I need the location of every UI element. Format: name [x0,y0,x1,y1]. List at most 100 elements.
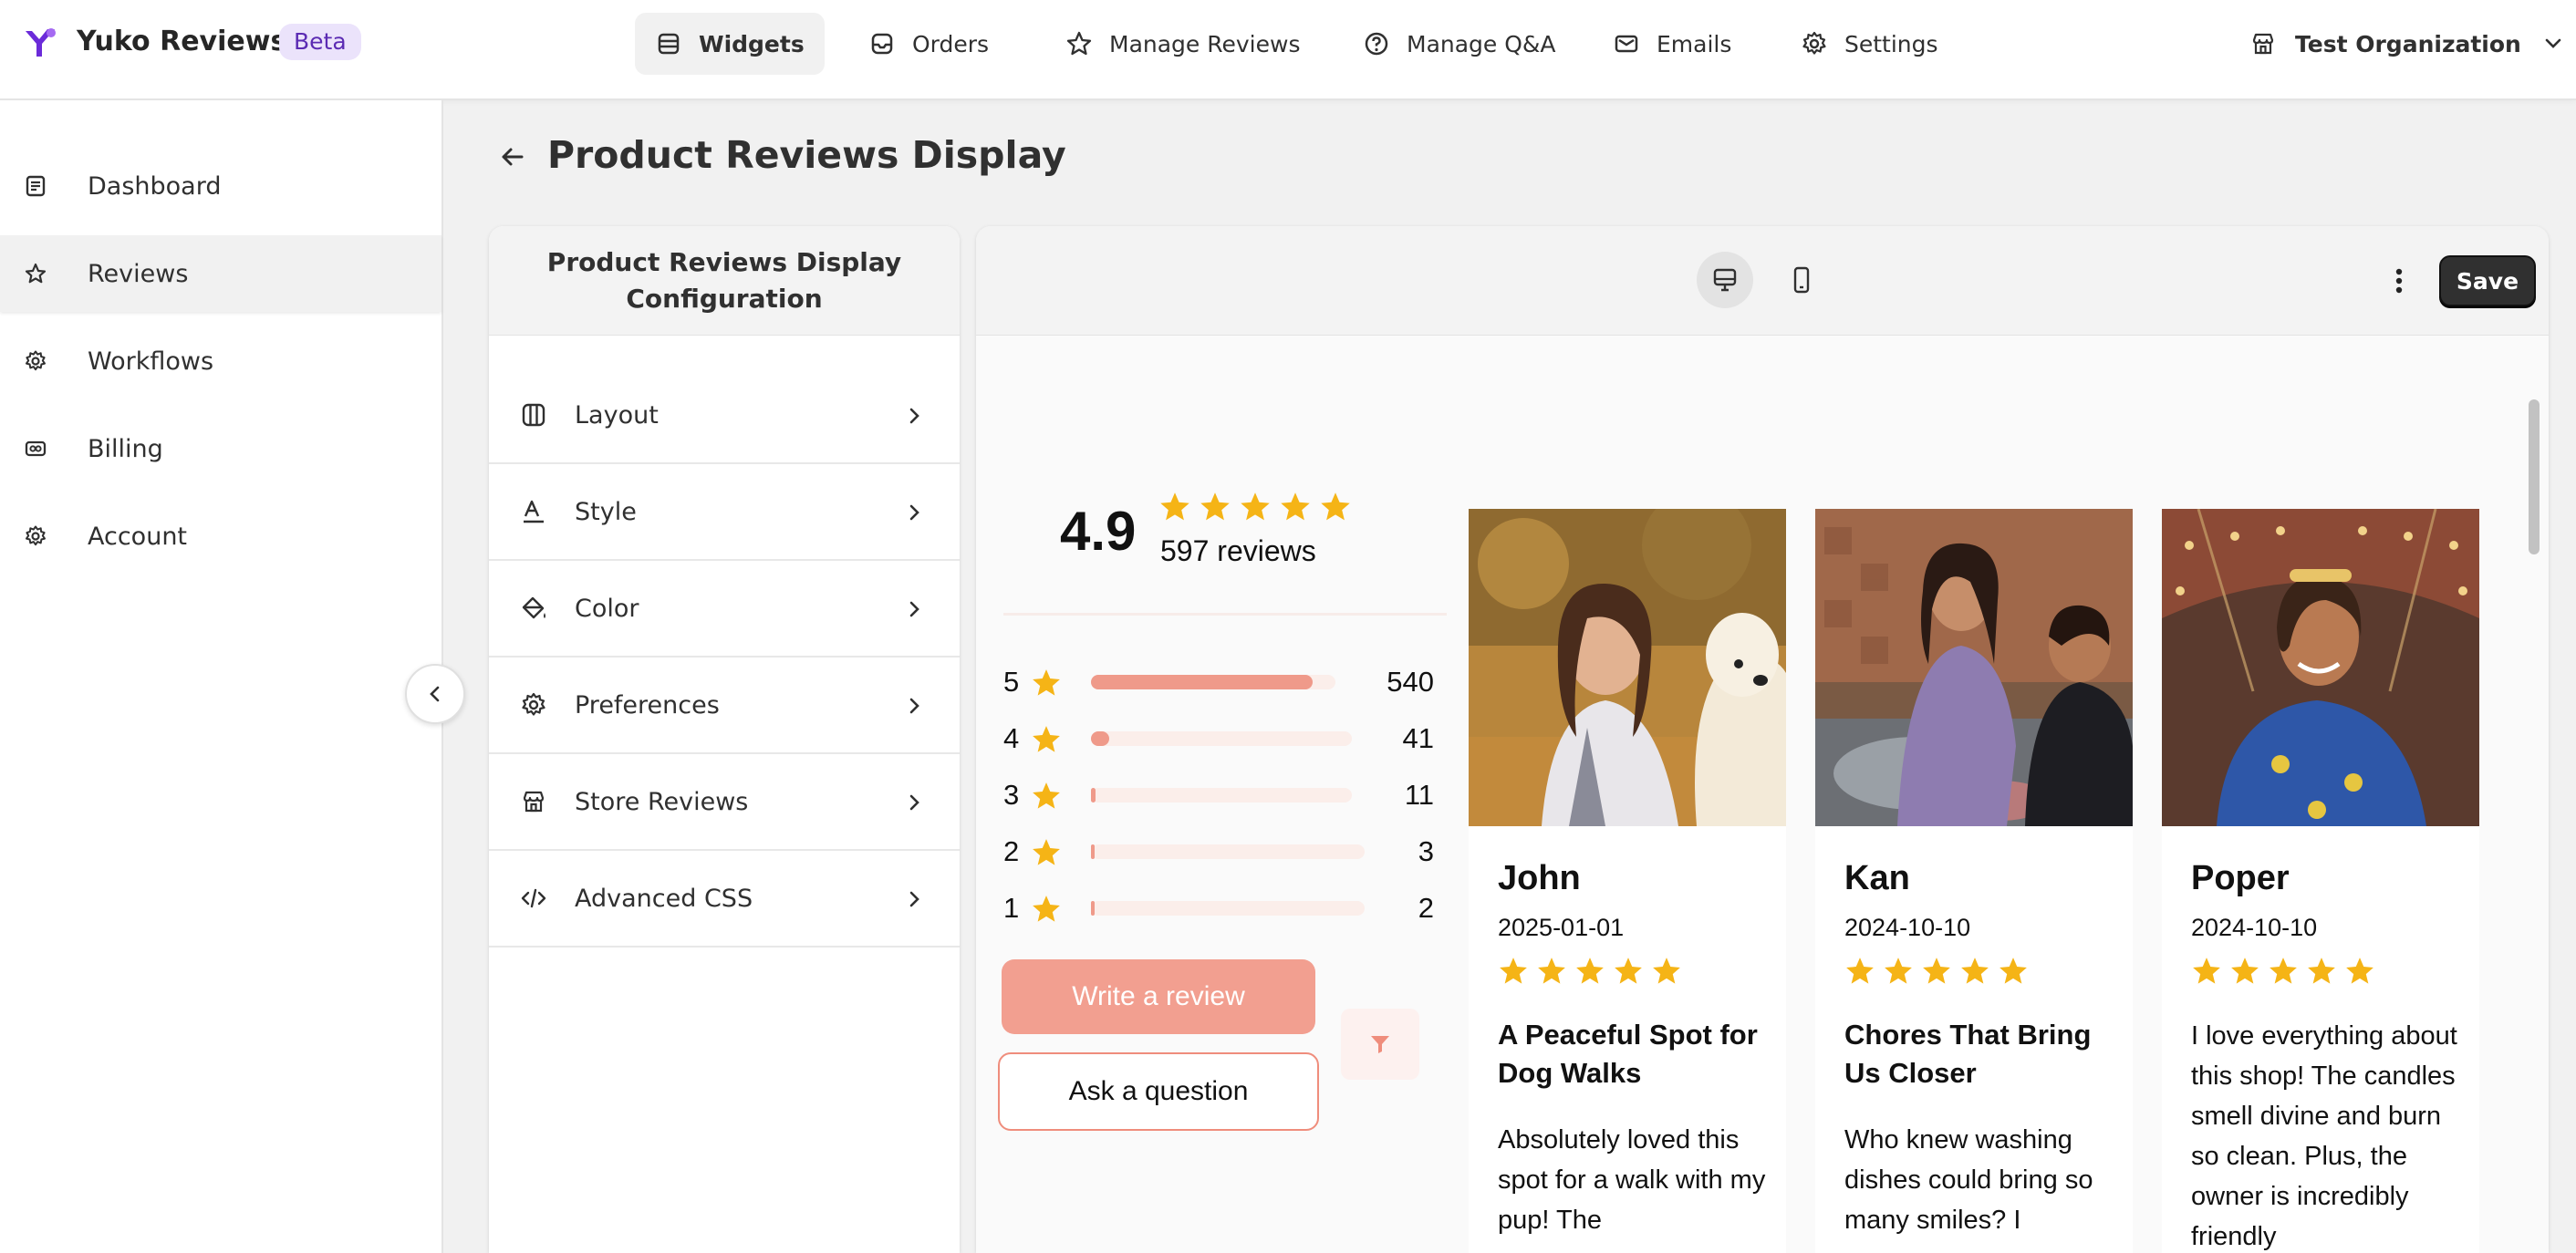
app-name[interactable]: Yuko Reviews [77,26,286,57]
chevron-right-icon [903,888,925,910]
inbox-icon [868,30,896,57]
rating-row-label: 3 [1003,779,1020,811]
config-item-advanced-css[interactable]: Advanced CSS [489,851,960,948]
review-stars [1498,956,1682,987]
average-rating: 4.9 [1060,501,1137,562]
reviewer-name: Poper [2191,859,2290,897]
nav-orders[interactable]: Orders [848,13,1009,75]
star-icon [1031,894,1062,925]
config-item-label: Preferences [575,690,720,720]
review-card[interactable]: Kan 2024-10-10 Chores That Bring Us Clos… [1815,509,2133,1253]
config-item-label: Layout [575,400,659,430]
nav-manage-reviews[interactable]: Manage Reviews [1045,13,1320,75]
summary-divider [1003,613,1447,616]
sidebar-item-account[interactable]: Account [0,498,441,575]
filter-button[interactable] [1341,1009,1419,1080]
review-body: I love everything about this shop! The c… [2191,1021,2457,1251]
gear-icon [24,524,47,548]
chevron-right-icon [903,792,925,813]
page-title: Product Reviews Display [547,133,1066,177]
reviewer-name: Kan [1844,859,1910,897]
sidebar-item-label: Dashboard [88,171,222,201]
rating-bar [1091,731,1352,746]
nav-label: Orders [912,30,990,57]
beta-badge: Beta [279,24,361,60]
star-icon [1959,956,1990,987]
config-item-layout[interactable]: Layout [489,368,960,464]
store-icon [520,788,547,815]
write-review-button[interactable]: Write a review [1002,959,1315,1034]
organization-name: Test Organization [2295,30,2521,57]
ask-question-button[interactable]: Ask a question [998,1052,1319,1131]
sidebar-item-dashboard[interactable]: Dashboard [0,148,441,224]
review-card[interactable]: John 2025-01-01 A Peaceful Spot for Dog … [1469,509,1786,1253]
mail-icon [1613,30,1640,57]
nav-label: Widgets [699,30,805,57]
chevron-down-icon [2540,30,2567,57]
sidebar-item-label: Account [88,522,188,551]
rating-row-label: 2 [1003,835,1020,867]
save-button[interactable]: Save [2439,255,2536,306]
mobile-view-button[interactable] [1773,252,1830,308]
layout-icon [520,401,547,429]
more-options-button[interactable] [2381,263,2417,299]
question-circle-icon [1363,30,1390,57]
star-icon [1921,956,1952,987]
sidebar-item-billing[interactable]: Billing [0,410,441,487]
top-bar: Yuko Reviews Beta Widgets Orders Manage … [0,0,2576,100]
config-item-store-reviews[interactable]: Store Reviews [489,754,960,851]
organization-switcher[interactable]: Test Organization [2249,13,2567,75]
desktop-view-button[interactable] [1697,252,1753,308]
config-item-label: Color [575,594,639,623]
rating-row-label: 5 [1003,666,1020,698]
widget-preview-panel: Save 4.9 597 reviews 5 540 4 41 3 11 2 3… [976,226,2549,1253]
config-item-color[interactable]: Color [489,561,960,658]
rating-row-label: 4 [1003,722,1020,754]
rating-bar [1091,675,1335,689]
star-icon [1031,781,1062,812]
config-item-label: Store Reviews [575,787,749,816]
rating-row-count: 540 [1387,666,1434,698]
nav-label: Settings [1844,30,1938,57]
yuko-logo-icon[interactable] [24,26,57,60]
star-icon [1031,837,1062,868]
collapse-sidebar-button[interactable] [405,664,465,724]
star-icon [2229,956,2260,987]
review-body: Who knew washing dishes could bring so m… [1844,1125,2093,1235]
rating-bar [1091,788,1352,803]
store-icon [2249,30,2277,57]
star-icon [24,262,47,285]
star-icon [1158,491,1191,523]
chevron-right-icon [903,598,925,620]
scrollbar-thumb[interactable] [2529,399,2540,554]
sidebar: Dashboard Reviews Workflows Billing Acco… [0,100,443,1253]
review-stars [1844,956,2029,987]
reviewer-name: John [1498,859,1581,897]
nav-label: Emails [1657,30,1732,57]
review-card[interactable]: Poper 2024-10-10 I love everything about… [2162,509,2479,1253]
nav-emails[interactable]: Emails [1593,13,1751,75]
monitor-icon [1710,265,1740,295]
chevron-right-icon [903,405,925,427]
back-button[interactable] [496,140,529,173]
chevron-left-icon [424,683,446,705]
config-item-label: Style [575,497,637,526]
config-item-preferences[interactable]: Preferences [489,658,960,754]
star-icon [1031,668,1062,699]
rating-row-count: 3 [1418,835,1434,867]
review-photo [2162,509,2479,826]
review-stars [2191,956,2375,987]
sidebar-item-workflows[interactable]: Workflows [0,323,441,399]
config-item-style[interactable]: Style [489,464,960,561]
rating-bar-fill [1091,731,1109,746]
review-body: Absolutely loved this spot for a walk wi… [1498,1125,1766,1235]
sidebar-item-reviews[interactable]: Reviews [0,235,441,312]
star-icon [1574,956,1605,987]
nav-manage-qa[interactable]: Manage Q&A [1343,13,1576,75]
nav-widgets[interactable]: Widgets [635,13,825,75]
nav-settings[interactable]: Settings [1781,13,1958,75]
widgets-icon [655,30,682,57]
preview-toolbar: Save [976,226,2549,336]
star-icon [2306,956,2337,987]
star-icon [1536,956,1567,987]
